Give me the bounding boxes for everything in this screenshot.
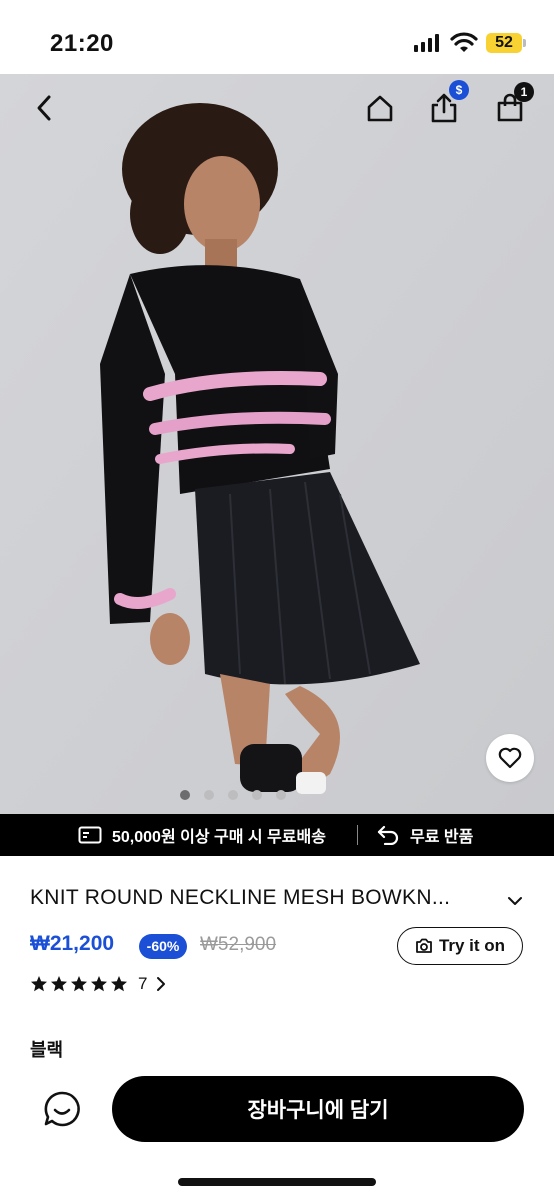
return-icon (377, 825, 399, 845)
home-icon (367, 95, 393, 122)
battery-tip (523, 39, 526, 47)
signal-icon (414, 34, 440, 52)
star-icon (111, 976, 127, 992)
free-shipping-item: 50,000원 이상 구매 시 무료배송 (78, 814, 326, 856)
star-icon (51, 976, 67, 992)
battery-indicator: 52 (486, 33, 522, 53)
promo-divider (357, 825, 358, 845)
rating-row[interactable]: 7 (30, 973, 167, 995)
status-bar: 21:20 52 (0, 0, 554, 74)
share-badge: $ (449, 80, 469, 100)
shipping-icon (78, 826, 102, 844)
wifi-icon (450, 32, 478, 52)
try-on-label: Try it on (438, 936, 506, 955)
original-price: ₩52,900 (200, 934, 277, 955)
back-button[interactable] (26, 90, 62, 126)
star-icon (91, 976, 107, 992)
free-return-item: 무료 반품 (376, 814, 473, 856)
color-label: 블랙 (30, 1040, 64, 1060)
chevron-down-icon[interactable] (504, 890, 526, 912)
product-image-gallery[interactable]: $ 1 (0, 74, 554, 814)
try-on-button[interactable]: Try it on (397, 927, 523, 965)
chat-icon (44, 1091, 80, 1127)
gallery-dot[interactable] (228, 790, 238, 800)
star-icon (71, 976, 87, 992)
chevron-right-icon (157, 977, 166, 991)
add-to-cart-button[interactable]: 장바구니에 담기 (112, 1076, 524, 1142)
product-title-row[interactable]: KNIT ROUND NECKLINE MESH BOWKN... (30, 886, 530, 918)
home-button[interactable] (362, 90, 398, 126)
cart-badge: 1 (514, 82, 534, 102)
wishlist-button[interactable] (486, 734, 534, 782)
chat-button[interactable] (40, 1087, 84, 1131)
heart-icon (498, 747, 522, 769)
gallery-dot[interactable] (276, 790, 286, 800)
promo-bar: 50,000원 이상 구매 시 무료배송 무료 반품 (0, 814, 554, 856)
status-time: 21:20 (50, 30, 114, 57)
gallery-dot[interactable] (180, 790, 190, 800)
review-count: 7 (138, 974, 148, 993)
home-indicator (178, 1178, 376, 1186)
camera-icon (416, 938, 432, 953)
discount-badge: -60% (139, 934, 187, 959)
star-rating (30, 975, 128, 993)
gallery-pagination (180, 790, 286, 800)
back-icon (37, 95, 51, 121)
gallery-dot[interactable] (252, 790, 262, 800)
sale-price: ₩21,200 (30, 932, 115, 955)
product-photo (0, 74, 554, 814)
product-title: KNIT ROUND NECKLINE MESH BOWKN... (30, 886, 451, 909)
star-icon (31, 976, 47, 992)
gallery-dot[interactable] (204, 790, 214, 800)
free-shipping-text: 50,000원 이상 구매 시 무료배송 (112, 829, 326, 846)
free-return-text: 무료 반품 (410, 829, 474, 846)
